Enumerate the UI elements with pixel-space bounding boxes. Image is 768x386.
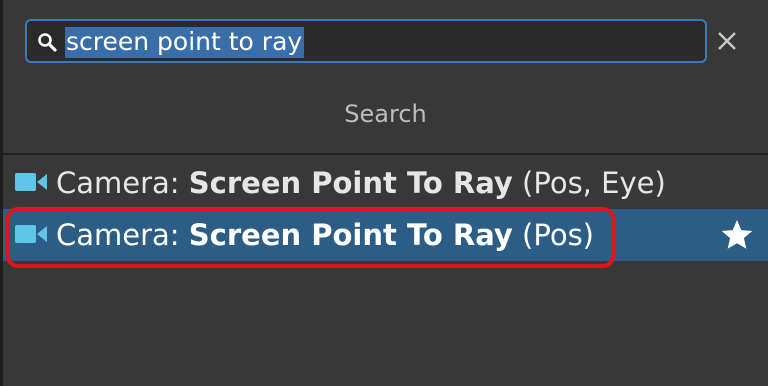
- search-input-text: screen point to ray: [65, 27, 305, 58]
- result-prefix: Camera:: [56, 166, 189, 200]
- star-icon[interactable]: [720, 218, 754, 252]
- search-icon: [38, 33, 57, 52]
- search-result-item[interactable]: Camera: Screen Point To Ray (Pos, Eye): [3, 157, 768, 209]
- camera-icon: [15, 173, 47, 191]
- highlight-annotation-box: [6, 207, 615, 268]
- search-header-title: Search: [344, 100, 427, 128]
- result-suffix: (Pos, Eye): [512, 166, 666, 200]
- search-field[interactable]: screen point to ray: [25, 19, 707, 63]
- divider: [3, 153, 768, 155]
- clear-search-button[interactable]: [712, 26, 742, 56]
- result-label: Camera: Screen Point To Ray (Pos, Eye): [56, 165, 666, 201]
- node-search-window: screen point to ray Search Camera: Scree…: [0, 0, 768, 386]
- result-name: Screen Point To Ray: [188, 166, 513, 200]
- search-input[interactable]: screen point to ray: [65, 27, 305, 58]
